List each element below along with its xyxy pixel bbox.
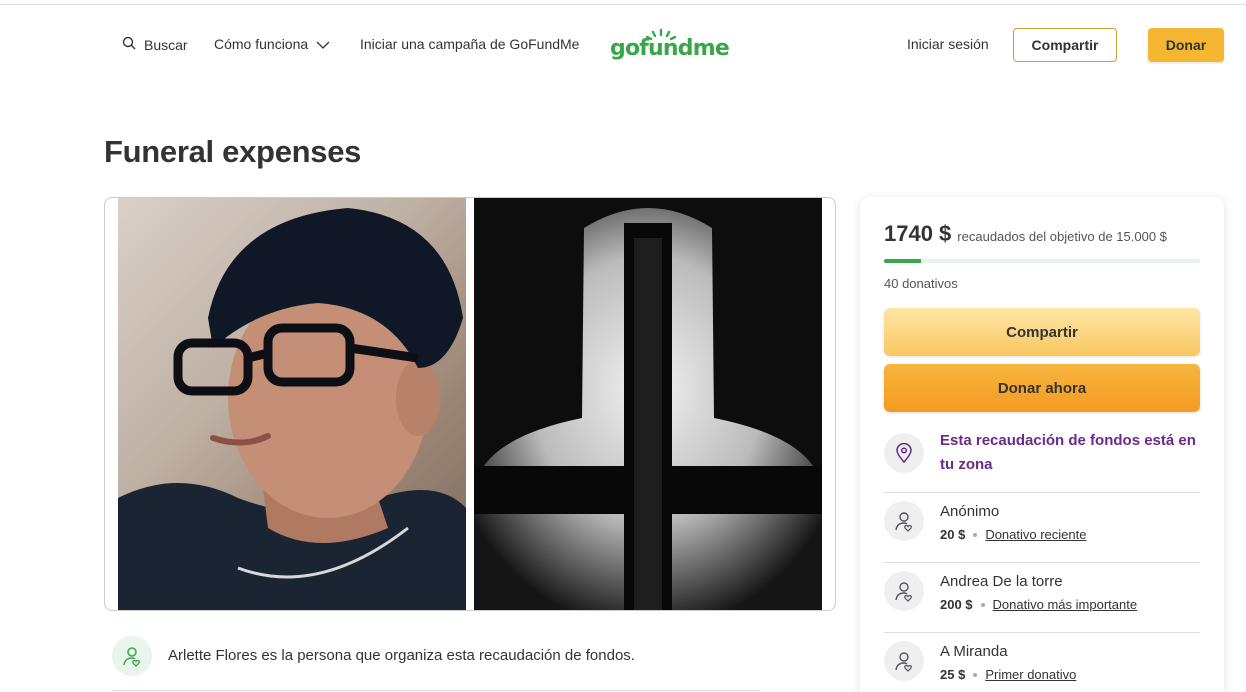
logo-text: gofundme <box>610 36 730 61</box>
start-campaign-link[interactable]: Iniciar una campaña de GoFundMe <box>360 36 579 52</box>
local-notice-text: Esta recaudación de fondos está en tu zo… <box>940 432 1196 473</box>
local-notice[interactable]: Esta recaudación de fondos está en tu zo… <box>884 429 1200 491</box>
page-title: Funeral expenses <box>104 134 362 169</box>
header-donate-button[interactable]: Donar <box>1148 28 1224 62</box>
donor-amount: 25 $ <box>940 667 966 682</box>
raised-amount: 1740 $ <box>884 221 952 246</box>
donor-name: Anónimo <box>940 503 1000 520</box>
portrait-photo <box>118 198 466 610</box>
gofundme-logo[interactable]: gofundme <box>610 26 730 66</box>
donor-name: Andrea De la torre <box>940 573 1063 590</box>
how-it-works-label: Cómo funciona <box>214 36 309 52</box>
header-share-button[interactable]: Compartir <box>1013 28 1117 62</box>
donor-name: A Miranda <box>940 643 1008 660</box>
separator-dot <box>973 532 978 537</box>
location-pin-icon <box>884 433 924 473</box>
raised-summary: 1740 $ recaudados del objetivo de 15.000… <box>884 221 1167 247</box>
donor-meta: 20 $ Donativo reciente <box>940 527 1086 542</box>
donor-item: A Miranda 25 $ Primer donativo <box>884 632 1200 692</box>
raised-goal: recaudados del objetivo de 15.000 $ <box>957 229 1167 244</box>
donor-meta: 200 $ Donativo más importante <box>940 597 1137 612</box>
donation-sidebar: 1740 $ recaudados del objetivo de 15.000… <box>860 197 1224 692</box>
divider <box>112 690 760 691</box>
login-link[interactable]: Iniciar sesión <box>907 36 989 52</box>
donations-count: 40 donativos <box>884 276 958 291</box>
search-label: Buscar <box>144 36 188 53</box>
donor-item: Andrea De la torre 200 $ Donativo más im… <box>884 562 1200 632</box>
how-it-works-menu[interactable]: Cómo funciona <box>214 36 330 52</box>
separator-dot <box>980 602 985 607</box>
donor-heart-icon <box>884 571 924 611</box>
separator-dot <box>973 672 978 677</box>
search-icon <box>122 36 136 53</box>
search-link[interactable]: Buscar <box>122 36 188 53</box>
donor-heart-icon <box>884 641 924 681</box>
donor-item: Anónimo 20 $ Donativo reciente <box>884 492 1200 562</box>
donor-meta: 25 $ Primer donativo <box>940 667 1076 682</box>
donor-amount: 20 $ <box>940 527 966 542</box>
progress-fill <box>884 259 921 263</box>
organizer-text: Arlette Flores es la persona que organiz… <box>168 647 635 664</box>
progress-bar <box>884 259 1200 263</box>
donor-tag-link[interactable]: Donativo reciente <box>985 527 1086 542</box>
site-header: Buscar Cómo funciona Iniciar una campaña… <box>0 0 1246 90</box>
donor-tag-link[interactable]: Donativo más importante <box>993 597 1138 612</box>
donor-tag-link[interactable]: Primer donativo <box>985 667 1076 682</box>
share-button[interactable]: Compartir <box>884 308 1200 356</box>
cross-image <box>474 198 822 610</box>
chevron-down-icon <box>316 36 330 52</box>
campaign-hero-image[interactable] <box>104 197 836 611</box>
organizer-heart-icon <box>112 636 152 676</box>
donor-amount: 200 $ <box>940 597 973 612</box>
donate-now-button[interactable]: Donar ahora <box>884 364 1200 412</box>
donor-heart-icon <box>884 501 924 541</box>
